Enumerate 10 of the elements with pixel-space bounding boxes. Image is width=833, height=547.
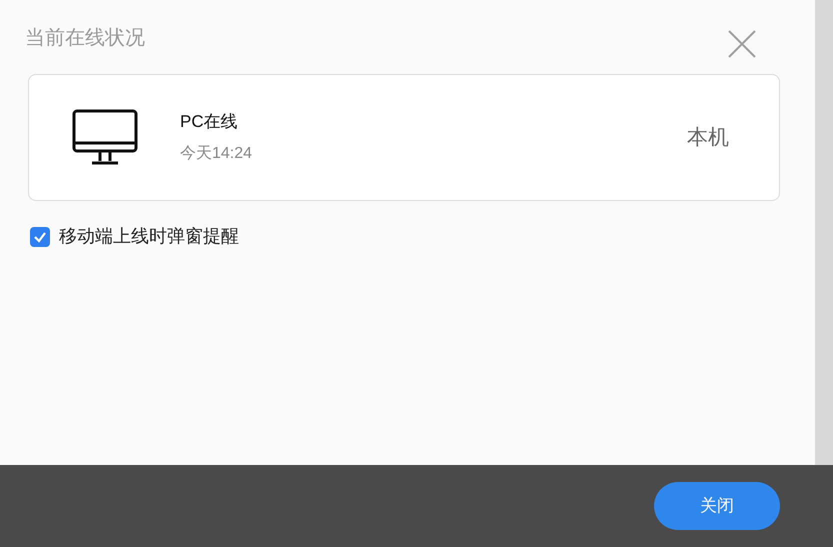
close-button[interactable]: 关闭 xyxy=(654,482,780,530)
checkmark-icon xyxy=(33,230,47,244)
current-device-label: 本机 xyxy=(687,124,729,151)
close-icon[interactable] xyxy=(726,28,758,60)
monitor-icon xyxy=(72,108,138,166)
online-time: 今天14:24 xyxy=(180,144,252,164)
checkbox[interactable] xyxy=(30,226,50,246)
dialog-title: 当前在线状况 xyxy=(25,26,145,51)
checkbox-label: 移动端上线时弹窗提醒 xyxy=(59,225,239,248)
device-name: PC在线 xyxy=(180,110,239,133)
